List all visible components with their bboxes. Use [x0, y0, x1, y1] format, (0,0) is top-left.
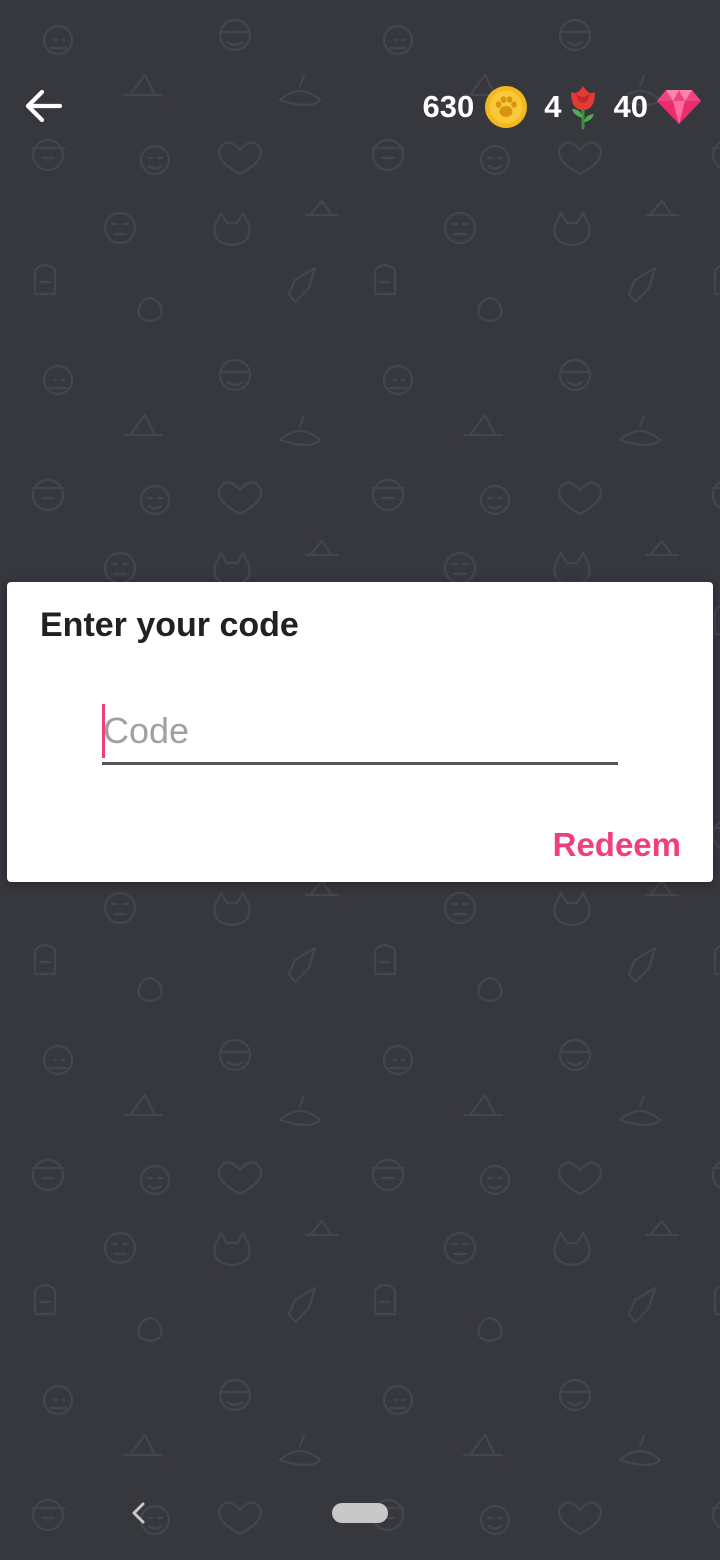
code-input[interactable] — [102, 700, 618, 762]
wallet-balances: 630 4 40 — [423, 82, 702, 132]
redeem-button[interactable]: Redeem — [553, 820, 681, 870]
home-pill-icon[interactable] — [332, 1503, 388, 1523]
redeem-code-dialog: Enter your code Redeem — [7, 582, 713, 882]
roses-count: 4 — [544, 89, 562, 124]
paw-coin-icon — [484, 85, 528, 129]
nav-back-button[interactable] — [124, 1498, 154, 1528]
rose-icon — [566, 84, 600, 130]
coins-balance[interactable]: 630 — [423, 82, 529, 132]
roses-balance[interactable]: 4 — [528, 82, 599, 132]
coins-count: 630 — [422, 89, 475, 124]
arrow-left-icon — [25, 89, 63, 123]
code-input-field[interactable] — [102, 700, 618, 766]
gems-balance[interactable]: 40 — [600, 82, 702, 132]
diamond-icon — [656, 88, 702, 126]
back-button[interactable] — [16, 78, 72, 134]
top-bar: 630 4 40 — [0, 0, 720, 210]
dialog-title: Enter your code — [40, 606, 299, 644]
chevron-left-icon — [132, 1502, 145, 1524]
gems-count: 40 — [613, 89, 648, 124]
system-navigation-bar — [0, 1480, 720, 1560]
input-underline — [102, 762, 618, 765]
